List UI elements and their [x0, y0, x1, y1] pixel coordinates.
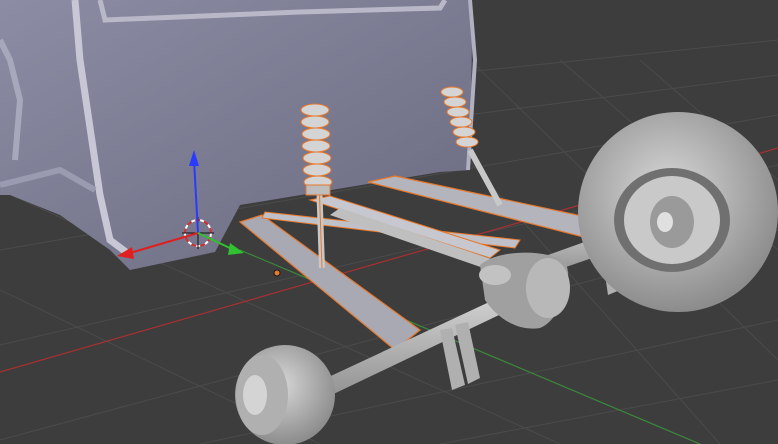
- viewport-canvas[interactable]: [0, 0, 778, 444]
- 3d-viewport[interactable]: [0, 0, 778, 444]
- rear-wheel[interactable]: [235, 345, 335, 444]
- front-wheel[interactable]: [578, 112, 778, 312]
- object-origin-point[interactable]: [273, 269, 281, 277]
